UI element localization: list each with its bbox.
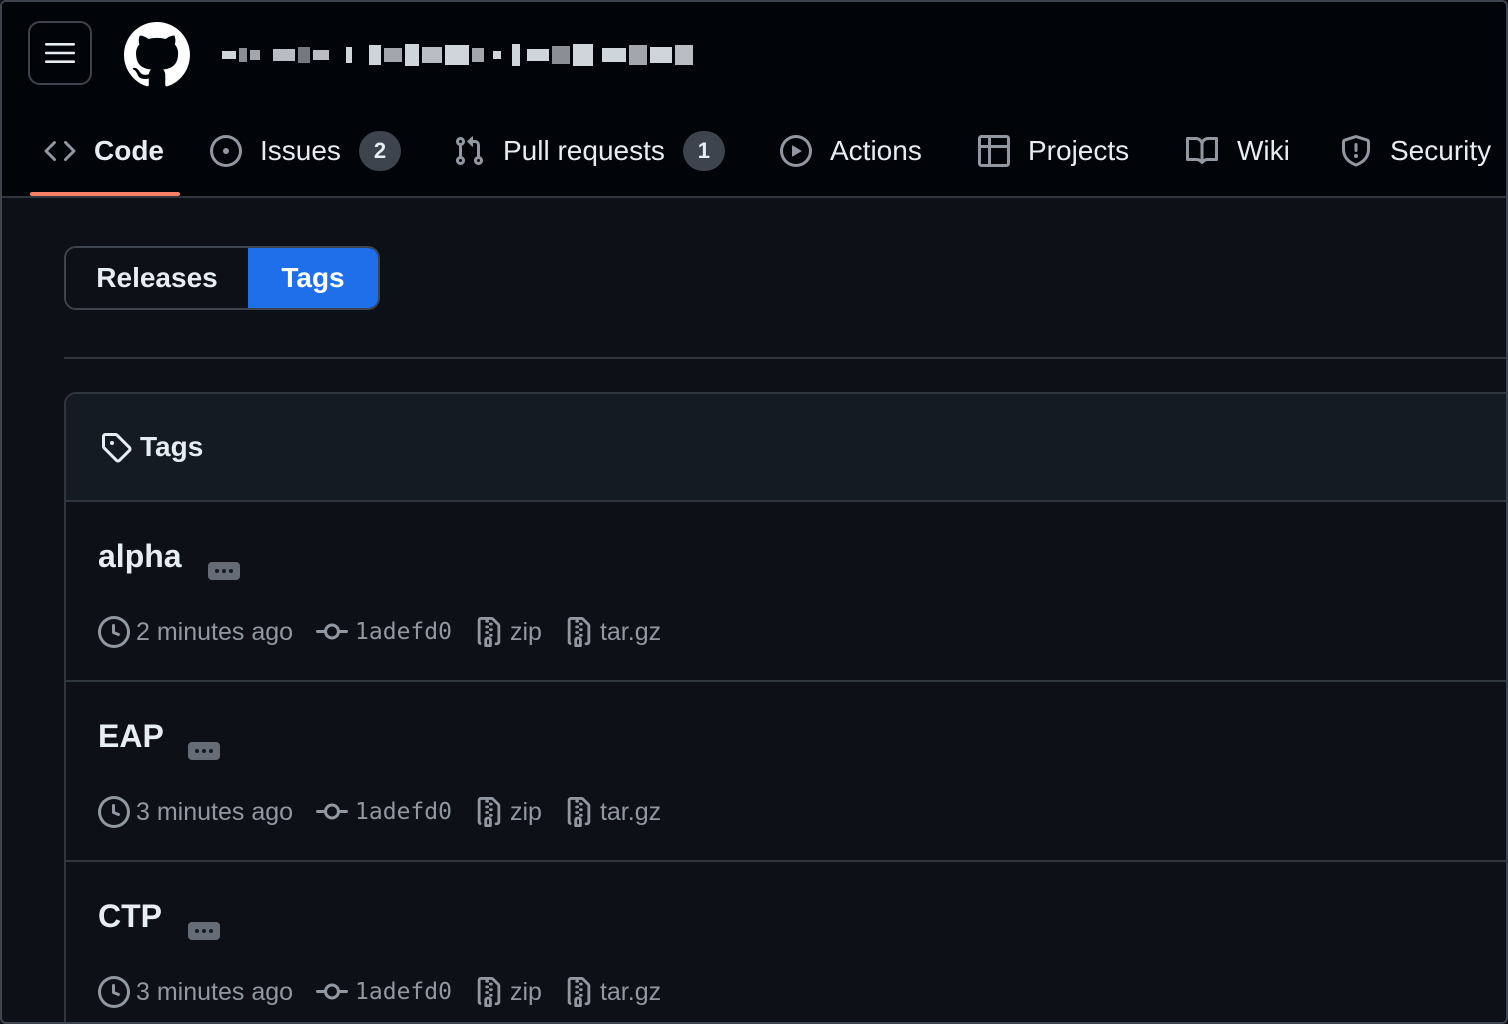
shield-icon bbox=[1342, 135, 1370, 167]
tag-targz-download[interactable]: tar.gz bbox=[564, 616, 661, 648]
tag-meta: 2 minutes ago 1adefd0 zip tar.gz bbox=[98, 612, 683, 652]
git-pull-request-icon bbox=[455, 136, 484, 166]
tab-code[interactable]: Code bbox=[44, 114, 164, 188]
zip-label: zip bbox=[509, 617, 542, 646]
tab-pull-requests-label: Pull requests bbox=[503, 135, 665, 166]
hamburger-menu-button[interactable] bbox=[28, 21, 92, 85]
tag-commit-sha: 1adefd0 bbox=[355, 799, 452, 825]
tag-time-text: 3 minutes ago bbox=[136, 797, 294, 826]
tag-targz-download[interactable]: tar.gz bbox=[564, 976, 661, 1008]
issue-opened-icon bbox=[210, 135, 242, 167]
tag-details-ellipsis-button[interactable] bbox=[188, 922, 220, 940]
tab-security-label: Security bbox=[1390, 135, 1492, 166]
tag-time-text: 3 minutes ago bbox=[136, 977, 294, 1006]
tag-time-text: 2 minutes ago bbox=[136, 617, 294, 646]
targz-label: tar.gz bbox=[599, 977, 662, 1006]
tags-tab-button[interactable]: Tags bbox=[248, 248, 378, 308]
issues-count-badge: 2 bbox=[358, 131, 401, 171]
tab-issues[interactable]: Issues 2 bbox=[210, 114, 401, 188]
git-commit-icon bbox=[316, 623, 349, 640]
tab-issues-label: Issues bbox=[260, 135, 341, 166]
tab-pull-requests[interactable]: Pull requests 1 bbox=[453, 114, 725, 188]
clock-icon bbox=[98, 616, 130, 648]
file-zip-icon bbox=[477, 977, 501, 1007]
tag-time: 2 minutes ago bbox=[98, 616, 293, 648]
tag-name-link[interactable]: EAP bbox=[98, 718, 164, 755]
git-commit-icon bbox=[316, 983, 349, 1000]
tag-meta: 3 minutes ago 1adefd0 zip tar.gz bbox=[98, 972, 683, 1012]
file-zip-icon bbox=[567, 977, 591, 1007]
clock-icon bbox=[98, 976, 130, 1008]
file-zip-icon bbox=[477, 617, 501, 647]
repo-nav-tabs: Code Issues 2 Pull requests 1 Actions Pr… bbox=[2, 114, 1506, 198]
tab-security[interactable]: Security bbox=[1340, 114, 1491, 188]
tag-commit-link[interactable]: 1adefd0 bbox=[315, 616, 452, 648]
releases-tags-toggle: Releases Tags bbox=[64, 246, 380, 310]
table-icon bbox=[978, 135, 1010, 167]
pull-requests-count-badge: 1 bbox=[682, 131, 725, 171]
tag-name-link[interactable]: alpha bbox=[98, 538, 182, 575]
tag-targz-download[interactable]: tar.gz bbox=[564, 796, 661, 828]
releases-tab-button[interactable]: Releases bbox=[66, 248, 248, 308]
tag-row: CTP 3 minutes ago 1adefd0 zip tar.gz bbox=[66, 862, 1506, 1022]
tag-row: alpha 2 minutes ago 1adefd0 zip tar.gz bbox=[66, 502, 1506, 682]
code-icon bbox=[44, 140, 76, 162]
tags-box-title: Tags bbox=[140, 431, 204, 462]
tab-actions-label: Actions bbox=[830, 135, 922, 166]
tag-zip-download[interactable]: zip bbox=[474, 976, 542, 1008]
file-zip-icon bbox=[567, 797, 591, 827]
book-icon bbox=[1186, 136, 1219, 164]
tag-name-link[interactable]: CTP bbox=[98, 898, 162, 935]
tag-details-ellipsis-button[interactable] bbox=[188, 742, 220, 760]
zip-label: zip bbox=[509, 797, 542, 826]
file-zip-icon bbox=[477, 797, 501, 827]
tag-meta: 3 minutes ago 1adefd0 zip tar.gz bbox=[98, 792, 683, 832]
zip-label: zip bbox=[509, 977, 542, 1006]
tab-projects[interactable]: Projects bbox=[978, 114, 1129, 188]
tag-time: 3 minutes ago bbox=[98, 796, 293, 828]
tags-box-header: Tags bbox=[66, 394, 1506, 502]
repo-header: Code Issues 2 Pull requests 1 Actions Pr… bbox=[2, 2, 1506, 198]
github-mark-icon[interactable] bbox=[124, 22, 190, 88]
browser-frame: Code Issues 2 Pull requests 1 Actions Pr… bbox=[0, 0, 1508, 1024]
section-divider bbox=[64, 357, 1506, 359]
tag-commit-sha: 1adefd0 bbox=[355, 619, 452, 645]
repo-name-redacted[interactable] bbox=[222, 40, 693, 70]
tag-commit-link[interactable]: 1adefd0 bbox=[315, 796, 452, 828]
git-commit-icon bbox=[316, 803, 349, 820]
tab-wiki[interactable]: Wiki bbox=[1185, 114, 1290, 188]
tab-actions[interactable]: Actions bbox=[780, 114, 922, 188]
tag-time: 3 minutes ago bbox=[98, 976, 293, 1008]
tab-projects-label: Projects bbox=[1028, 135, 1130, 166]
tag-details-ellipsis-button[interactable] bbox=[208, 562, 240, 580]
clock-icon bbox=[98, 796, 130, 828]
tags-box: Tags alpha 2 minutes ago 1adefd0 zip tar… bbox=[64, 392, 1506, 1022]
file-zip-icon bbox=[567, 617, 591, 647]
active-tab-underline bbox=[30, 192, 180, 196]
tag-zip-download[interactable]: zip bbox=[474, 796, 542, 828]
tab-wiki-label: Wiki bbox=[1237, 135, 1290, 166]
tag-icon bbox=[102, 433, 132, 463]
tag-row: EAP 3 minutes ago 1adefd0 zip tar.gz bbox=[66, 682, 1506, 862]
hamburger-icon bbox=[45, 43, 75, 63]
tag-commit-sha: 1adefd0 bbox=[355, 979, 452, 1005]
targz-label: tar.gz bbox=[599, 797, 662, 826]
targz-label: tar.gz bbox=[599, 617, 662, 646]
tag-zip-download[interactable]: zip bbox=[474, 616, 542, 648]
play-icon bbox=[780, 135, 812, 167]
tab-code-label: Code bbox=[94, 135, 164, 166]
tag-commit-link[interactable]: 1adefd0 bbox=[315, 976, 452, 1008]
